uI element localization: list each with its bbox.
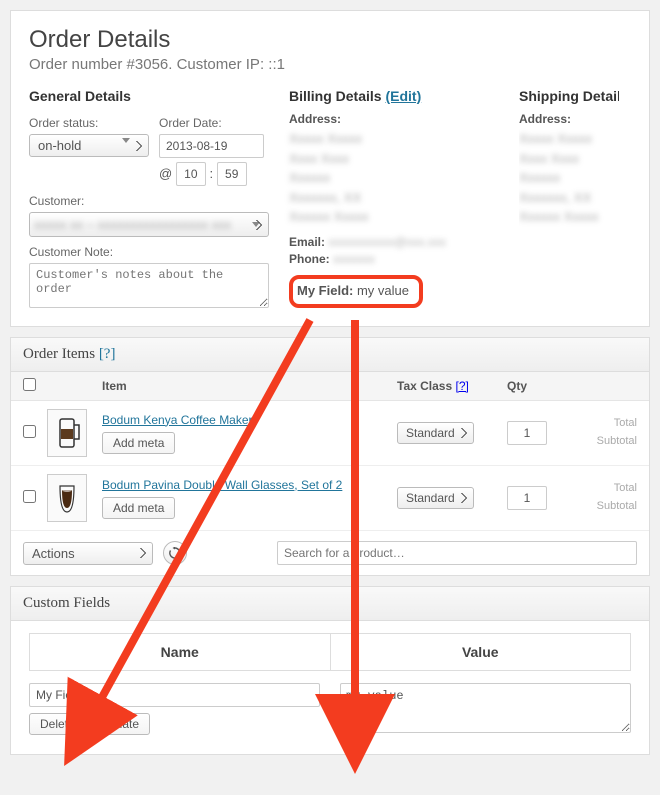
billing-email-redacted: xxxxxxxxxxx@xxx.xxx — [328, 235, 446, 249]
item-total-label: Total — [577, 480, 637, 498]
item-name-link[interactable]: Bodum Kenya Coffee Maker — [102, 413, 397, 427]
order-details-panel: Order Details Order number #3056. Custom… — [10, 10, 650, 327]
billing-custom-field-highlight: My Field: my value — [289, 275, 423, 308]
order-status-value: on-hold — [38, 138, 81, 153]
cf-value-header: Value — [331, 634, 631, 670]
item-checkbox[interactable] — [23, 425, 36, 438]
item-checkbox[interactable] — [23, 490, 36, 503]
customer-note-label: Customer Note: — [29, 245, 269, 259]
customer-value-redacted: xxxxx xx – xxxxxxxxxxxxxxxxx xxx — [34, 217, 231, 232]
custom-field-row: Delete Update my value — [29, 683, 631, 736]
general-details-column: General Details Order status: on-hold Or… — [29, 88, 269, 311]
order-item-row: Bodum Kenya Coffee Maker Add meta Standa… — [11, 401, 649, 466]
tax-help-link[interactable]: [?] — [456, 379, 469, 393]
order-status-label: Order status: — [29, 116, 149, 130]
custom-fields-header-row: Name Value — [29, 633, 631, 671]
glass-icon — [52, 478, 82, 518]
qty-input[interactable] — [507, 421, 547, 445]
refresh-icon — [169, 547, 181, 559]
time-at-symbol: @ — [159, 166, 172, 181]
item-total-label: Total — [577, 415, 637, 433]
order-subtitle: Order number #3056. Customer IP: ::1 — [29, 56, 631, 73]
billing-email-label: Email: — [289, 235, 325, 249]
order-date-input[interactable] — [159, 134, 264, 158]
shipping-address-label: Address: — [519, 112, 571, 126]
shipping-heading: Shipping Details — [519, 88, 619, 104]
order-minute-input[interactable] — [217, 162, 247, 186]
custom-fields-heading: Custom Fields — [11, 587, 649, 621]
order-hour-input[interactable] — [176, 162, 206, 186]
cf-name-header: Name — [30, 634, 331, 670]
cf-update-button[interactable]: Update — [89, 713, 150, 735]
item-thumbnail[interactable] — [47, 474, 87, 522]
cf-delete-button[interactable]: Delete — [29, 713, 86, 735]
product-search-input[interactable] — [277, 541, 637, 565]
billing-address-redacted: Xxxxx XxxxxXxxx XxxxXxxxxxXxxxxxx, XXXxx… — [289, 129, 368, 227]
shipping-address-redacted: Xxxxx XxxxxXxxx XxxxXxxxxxXxxxxxx, XXXxx… — [519, 129, 598, 227]
coffee-maker-icon — [52, 413, 82, 453]
shipping-details-column: Shipping Details Address: Xxxxx XxxxxXxx… — [519, 88, 619, 311]
billing-heading: Billing Details (Edit) — [289, 88, 499, 104]
customer-select[interactable]: xxxxx xx – xxxxxxxxxxxxxxxxx xxx — [29, 212, 269, 237]
order-status-select[interactable]: on-hold — [29, 134, 149, 157]
custom-fields-section: Custom Fields Name Value Delete Update m… — [10, 586, 650, 755]
time-separator: : — [209, 166, 213, 181]
tax-class-select[interactable]: Standard — [397, 487, 474, 509]
order-items-footer: Actions — [11, 531, 649, 575]
item-col-header: Item — [102, 379, 397, 393]
order-date-label: Order Date: — [159, 116, 264, 130]
general-details-heading: General Details — [29, 88, 269, 104]
select-all-checkbox[interactable] — [23, 378, 36, 391]
billing-edit-link[interactable]: (Edit) — [385, 88, 421, 104]
order-items-heading: Order Items [?] — [11, 338, 649, 372]
page-title: Order Details — [29, 26, 631, 54]
add-meta-button[interactable]: Add meta — [102, 497, 175, 519]
tax-col-header: Tax Class — [397, 379, 452, 393]
order-items-section: Order Items [?] Item Tax Class [?] Qty B… — [10, 337, 650, 576]
order-item-row: Bodum Pavina Double Wall Glasses, Set of… — [11, 466, 649, 531]
qty-input[interactable] — [507, 486, 547, 510]
customer-label: Customer: — [29, 194, 269, 208]
refresh-button[interactable] — [163, 541, 187, 565]
order-items-header-row: Item Tax Class [?] Qty — [11, 372, 649, 401]
cf-name-input[interactable] — [29, 683, 320, 707]
add-meta-button[interactable]: Add meta — [102, 432, 175, 454]
billing-custom-field-label: My Field: — [297, 283, 353, 298]
billing-address-label: Address: — [289, 112, 341, 126]
bulk-actions-select[interactable]: Actions — [23, 542, 153, 565]
item-name-link[interactable]: Bodum Pavina Double Wall Glasses, Set of… — [102, 478, 397, 492]
billing-heading-text: Billing Details — [289, 88, 382, 104]
billing-phone-label: Phone: — [289, 252, 330, 266]
customer-note-textarea[interactable] — [29, 263, 269, 308]
item-subtotal-label: Subtotal — [577, 498, 637, 516]
order-items-heading-text: Order Items — [23, 346, 95, 362]
qty-col-header: Qty — [507, 379, 577, 393]
cf-value-textarea[interactable]: my value — [340, 683, 631, 733]
tax-class-select[interactable]: Standard — [397, 422, 474, 444]
billing-details-column: Billing Details (Edit) Address: Xxxxx Xx… — [289, 88, 499, 311]
item-subtotal-label: Subtotal — [577, 433, 637, 451]
chevron-down-icon — [122, 138, 130, 143]
item-thumbnail[interactable] — [47, 409, 87, 457]
order-items-help-link[interactable]: [?] — [99, 346, 116, 362]
billing-custom-field-value: my value — [357, 283, 409, 298]
chevron-down-icon — [252, 222, 260, 227]
billing-phone-redacted: xxxxxxx — [333, 252, 375, 266]
